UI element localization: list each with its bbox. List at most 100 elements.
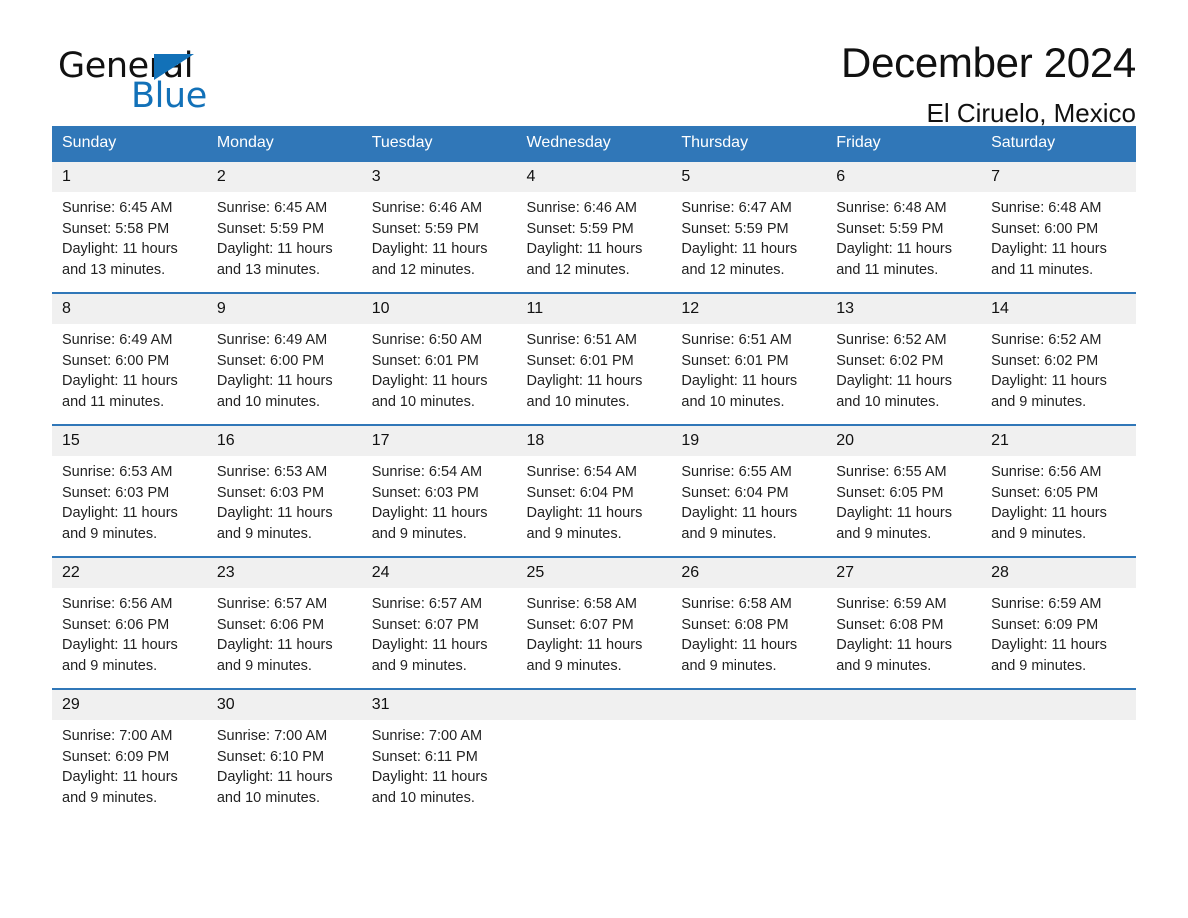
calendar-day-cell-empty (981, 688, 1136, 820)
weekday-header-tuesday: Tuesday (361, 126, 517, 161)
calendar-day-cell[interactable]: 20 Sunrise: 6:55 AM Sunset: 6:05 PM Dayligh… (826, 424, 982, 557)
day-sunset-text: Sunset: 6:02 PM (991, 352, 1099, 369)
calendar-day-cell[interactable]: 28 Sunrise: 6:59 AM Sunset: 6:09 PM Dayligh… (981, 556, 1136, 689)
day-number: 2 (206, 162, 362, 192)
day-daylight-text: Daylight: 11 hours and 9 minutes. (62, 505, 178, 542)
calendar-day-cell[interactable]: 13 Sunrise: 6:52 AM Sunset: 6:02 PM Dayligh… (826, 292, 982, 425)
day-daylight-text: Daylight: 11 hours and 10 minutes. (371, 373, 488, 410)
day-sunrise-text: Sunrise: 6:57 AM (371, 596, 483, 612)
calendar-day-cell[interactable]: 3 Sunrise: 6:46 AM Sunset: 5:59 PM Daylight… (361, 160, 517, 293)
day-number: 9 (206, 294, 362, 324)
day-number: 20 (826, 426, 982, 456)
day-details: Sunrise: 6:55 AM Sunset: 6:05 PM Daylight:… (826, 456, 981, 556)
calendar-day-cell[interactable]: 4 Sunrise: 6:46 AM Sunset: 5:59 PM Daylight… (516, 160, 672, 293)
day-cell-inner: 27 Sunrise: 6:59 AM Sunset: 6:08 PM Dayligh… (826, 558, 982, 688)
calendar-day-cell[interactable]: 6 Sunrise: 6:48 AM Sunset: 5:59 PM Daylight… (826, 160, 982, 293)
calendar-day-cell[interactable]: 10 Sunrise: 6:50 AM Sunset: 6:01 PM Dayligh… (361, 292, 517, 425)
calendar-day-cell[interactable]: 17 Sunrise: 6:54 AM Sunset: 6:03 PM Dayligh… (361, 424, 517, 557)
day-cell-inner: 11 Sunrise: 6:51 AM Sunset: 6:01 PM Dayligh… (516, 294, 672, 424)
day-details: Sunrise: 6:49 AM Sunset: 6:00 PM Daylight:… (52, 324, 207, 424)
day-details: Sunrise: 6:46 AM Sunset: 5:59 PM Daylight:… (362, 192, 517, 292)
calendar-day-cell[interactable]: 2 Sunrise: 6:45 AM Sunset: 5:59 PM Daylight… (206, 160, 362, 293)
general-blue-logo[interactable]: General Blue (52, 46, 382, 122)
day-sunrise-text: Sunrise: 6:59 AM (991, 596, 1102, 612)
calendar-day-cell[interactable]: 5 Sunrise: 6:47 AM Sunset: 5:59 PM Daylight… (671, 160, 827, 293)
day-cell-inner: 30 Sunrise: 7:00 AM Sunset: 6:10 PM Dayligh… (206, 690, 362, 820)
day-number: 18 (516, 426, 672, 456)
calendar-day-cell[interactable]: 14 Sunrise: 6:52 AM Sunset: 6:02 PM Dayligh… (981, 292, 1136, 425)
calendar-day-cell[interactable]: 21 Sunrise: 6:56 AM Sunset: 6:05 PM Dayligh… (981, 424, 1136, 557)
day-number: 28 (981, 558, 1136, 588)
calendar-day-cell-empty (826, 688, 982, 820)
calendar-day-cell[interactable]: 9 Sunrise: 6:49 AM Sunset: 6:00 PM Daylight… (206, 292, 362, 425)
day-details: Sunrise: 6:46 AM Sunset: 5:59 PM Daylight:… (517, 192, 672, 292)
weekday-header-monday: Monday (206, 126, 362, 161)
calendar-day-cell[interactable]: 16 Sunrise: 6:53 AM Sunset: 6:03 PM Dayligh… (206, 424, 362, 557)
day-number: 16 (206, 426, 362, 456)
day-sunrise-text: Sunrise: 6:45 AM (216, 200, 328, 216)
calendar-day-cell[interactable]: 1 Sunrise: 6:45 AM Sunset: 5:58 PM Daylight… (52, 160, 207, 293)
day-number: 17 (361, 426, 517, 456)
calendar-day-cell[interactable]: 25 Sunrise: 6:58 AM Sunset: 6:07 PM Dayligh… (516, 556, 672, 689)
day-sunset-text: Sunset: 6:10 PM (216, 748, 325, 765)
day-sunset-text: Sunset: 6:01 PM (371, 352, 479, 369)
day-sunset-text: Sunset: 6:03 PM (216, 484, 325, 501)
day-sunrise-text: Sunrise: 6:58 AM (681, 596, 792, 612)
calendar-day-cell[interactable]: 30 Sunrise: 7:00 AM Sunset: 6:10 PM Dayligh… (206, 688, 362, 820)
day-number: 15 (52, 426, 207, 456)
day-cell-inner: 21 Sunrise: 6:56 AM Sunset: 6:05 PM Dayligh… (981, 426, 1136, 556)
calendar-day-cell[interactable]: 31 Sunrise: 7:00 AM Sunset: 6:11 PM Dayligh… (361, 688, 517, 820)
calendar-day-cell[interactable]: 22 Sunrise: 6:56 AM Sunset: 6:06 PM Dayligh… (52, 556, 207, 689)
day-number: 24 (361, 558, 517, 588)
weekday-header-friday: Friday (826, 126, 982, 161)
day-number: 12 (671, 294, 827, 324)
calendar-day-cell[interactable]: 26 Sunrise: 6:58 AM Sunset: 6:08 PM Dayligh… (671, 556, 827, 689)
day-sunrise-text: Sunrise: 6:55 AM (681, 464, 792, 480)
calendar-header-row: Sunday Monday Tuesday Wednesday Thursday… (52, 126, 1136, 161)
day-number: 11 (516, 294, 672, 324)
day-details: Sunrise: 6:54 AM Sunset: 6:03 PM Daylight:… (362, 456, 517, 556)
day-sunrise-text: Sunrise: 6:58 AM (526, 596, 637, 612)
day-daylight-text: Daylight: 11 hours and 10 minutes. (216, 769, 333, 806)
day-number: 4 (516, 162, 672, 192)
day-details (981, 720, 1136, 820)
calendar-day-cell[interactable]: 19 Sunrise: 6:55 AM Sunset: 6:04 PM Dayligh… (671, 424, 827, 557)
calendar-day-cell[interactable]: 29 Sunrise: 7:00 AM Sunset: 6:09 PM Dayligh… (52, 688, 207, 820)
day-sunrise-text: Sunrise: 6:57 AM (216, 596, 328, 612)
day-daylight-text: Daylight: 11 hours and 9 minutes. (371, 637, 488, 674)
day-sunrise-text: Sunrise: 6:46 AM (526, 200, 637, 216)
calendar-day-cell[interactable]: 8 Sunrise: 6:49 AM Sunset: 6:00 PM Daylight… (52, 292, 207, 425)
day-sunset-text: Sunset: 6:02 PM (836, 352, 944, 369)
calendar-day-cell[interactable]: 27 Sunrise: 6:59 AM Sunset: 6:08 PM Dayligh… (826, 556, 982, 689)
day-details: Sunrise: 7:00 AM Sunset: 6:11 PM Daylight:… (362, 720, 517, 820)
calendar-day-cell[interactable]: 11 Sunrise: 6:51 AM Sunset: 6:01 PM Dayligh… (516, 292, 672, 425)
calendar-day-cell[interactable]: 18 Sunrise: 6:54 AM Sunset: 6:04 PM Dayligh… (516, 424, 672, 557)
day-sunrise-text: Sunrise: 6:54 AM (526, 464, 637, 480)
day-sunset-text: Sunset: 6:08 PM (836, 616, 944, 633)
day-daylight-text: Daylight: 11 hours and 10 minutes. (836, 373, 953, 410)
day-cell-inner: 25 Sunrise: 6:58 AM Sunset: 6:07 PM Dayligh… (516, 558, 672, 688)
day-details: Sunrise: 6:45 AM Sunset: 5:58 PM Daylight:… (52, 192, 207, 292)
day-number (826, 690, 982, 720)
day-details: Sunrise: 7:00 AM Sunset: 6:10 PM Daylight:… (207, 720, 362, 820)
day-sunset-text: Sunset: 6:07 PM (371, 616, 479, 633)
day-number: 7 (981, 162, 1136, 192)
day-sunset-text: Sunset: 6:09 PM (991, 616, 1099, 633)
calendar-week-row: 1 Sunrise: 6:45 AM Sunset: 5:58 PM Daylight… (52, 160, 1136, 293)
calendar-day-cell[interactable]: 15 Sunrise: 6:53 AM Sunset: 6:03 PM Dayligh… (52, 424, 207, 557)
day-daylight-text: Daylight: 11 hours and 10 minutes. (216, 373, 333, 410)
day-number: 13 (826, 294, 982, 324)
calendar-week-row: 22 Sunrise: 6:56 AM Sunset: 6:06 PM Dayligh… (52, 556, 1136, 689)
calendar-day-cell[interactable]: 7 Sunrise: 6:48 AM Sunset: 6:00 PM Daylight… (981, 160, 1136, 293)
day-cell-inner: 5 Sunrise: 6:47 AM Sunset: 5:59 PM Daylight… (671, 162, 827, 292)
day-sunset-text: Sunset: 6:03 PM (62, 484, 170, 501)
calendar-day-cell[interactable]: 23 Sunrise: 6:57 AM Sunset: 6:06 PM Dayligh… (206, 556, 362, 689)
day-cell-inner: 16 Sunrise: 6:53 AM Sunset: 6:03 PM Dayligh… (206, 426, 362, 556)
calendar-day-cell[interactable]: 24 Sunrise: 6:57 AM Sunset: 6:07 PM Dayligh… (361, 556, 517, 689)
day-sunset-text: Sunset: 6:05 PM (836, 484, 944, 501)
day-sunset-text: Sunset: 6:01 PM (681, 352, 789, 369)
calendar-day-cell[interactable]: 12 Sunrise: 6:51 AM Sunset: 6:01 PM Dayligh… (671, 292, 827, 425)
day-cell-inner: 28 Sunrise: 6:59 AM Sunset: 6:09 PM Dayligh… (981, 558, 1136, 688)
day-sunset-text: Sunset: 6:00 PM (62, 352, 170, 369)
day-sunrise-text: Sunrise: 6:53 AM (216, 464, 328, 480)
